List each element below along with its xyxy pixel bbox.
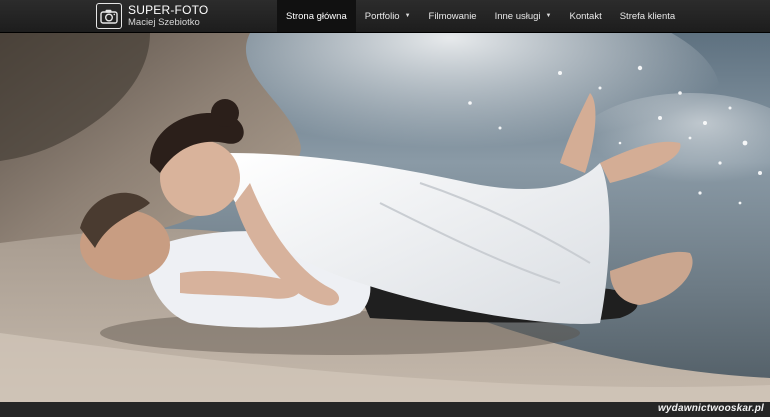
nav-item-home[interactable]: Strona główna xyxy=(277,0,356,32)
nav-item-label: Filmowanie xyxy=(428,10,477,22)
brand-title: SUPER-FOTO xyxy=(128,3,209,18)
nav-item-strefa-klienta[interactable]: Strefa klienta xyxy=(611,0,684,32)
nav-item-kontakt[interactable]: Kontakt xyxy=(561,0,611,32)
nav-item-label: Kontakt xyxy=(569,10,602,22)
hero-illustration xyxy=(0,33,770,402)
nav-item-inne-uslugi[interactable]: Inne usługi ▼ xyxy=(486,0,561,32)
bottom-strip: wydawnictwooskar.pl xyxy=(0,402,770,417)
nav-item-filmowanie[interactable]: Filmowanie xyxy=(420,0,486,32)
caret-down-icon: ▼ xyxy=(545,13,552,19)
nav-item-portfolio[interactable]: Portfolio ▼ xyxy=(356,0,420,32)
site-logo[interactable]: SUPER-FOTO Maciej Szebiotko xyxy=(96,3,208,29)
nav-item-label: Strona główna xyxy=(286,10,347,22)
camera-icon xyxy=(96,3,122,29)
brand-subtitle: Maciej Szebiotko xyxy=(128,17,200,29)
watermark-text: wydawnictwooskar.pl xyxy=(657,403,764,414)
caret-down-icon: ▼ xyxy=(404,13,411,19)
hero-photo xyxy=(0,33,770,402)
nav-item-label: Inne usługi xyxy=(494,10,541,22)
top-navbar: SUPER-FOTO Maciej Szebiotko Strona główn… xyxy=(0,0,770,33)
main-menu: Strona główna Portfolio ▼ Filmowanie Inn… xyxy=(277,0,684,32)
nav-item-label: Portfolio xyxy=(364,10,400,22)
nav-item-label: Strefa klienta xyxy=(619,10,676,22)
